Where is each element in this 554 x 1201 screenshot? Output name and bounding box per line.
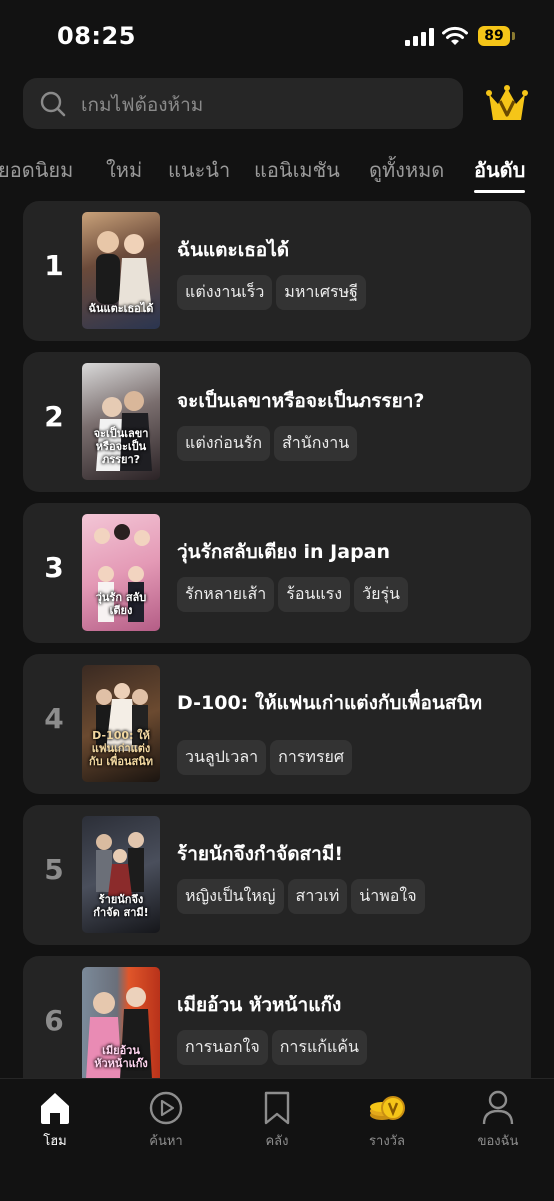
rank-number: 2 xyxy=(44,400,64,433)
tag[interactable]: ร้อนแรง xyxy=(278,577,351,612)
tab-view-all[interactable]: ดูทั้งหมด xyxy=(369,154,444,186)
tag[interactable]: หญิงเป็นใหญ่ xyxy=(177,879,284,914)
battery-tip xyxy=(512,32,515,40)
poster-title: ร้ายนักจึงกำจัด สามี! xyxy=(93,893,149,919)
drama-title: เมียอ้วน หัวหน้าแก๊ง xyxy=(177,994,342,1016)
tag[interactable]: วัยรุ่น xyxy=(354,577,408,612)
tag[interactable]: สาวเท่ xyxy=(287,879,348,914)
tab-animation[interactable]: แอนิเมชัน xyxy=(254,154,340,186)
drama-title: จะเป็นเลขาหรือจะเป็นภรรยา? xyxy=(177,390,425,412)
tag-list: วนลูปเวลา การทรยศ xyxy=(177,740,356,775)
tab-new[interactable]: ใหม่ xyxy=(106,154,142,186)
poster-title: เมียอ้วน หัวหน้าแก๊ง xyxy=(94,1044,148,1070)
drama-title: ฉันแตะเธอได้ xyxy=(177,239,290,261)
tag-list: แต่งงานเร็ว มหาเศรษฐี xyxy=(177,275,370,310)
search-bar[interactable] xyxy=(23,78,463,131)
nav-label: ของฉัน xyxy=(477,1134,519,1149)
list-item[interactable]: 3 วุ่นรัก สลับเตียง วุ่นรักสลับเตียง in … xyxy=(23,503,531,643)
poster-image: วุ่นรัก สลับเตียง xyxy=(82,514,160,631)
tab-ranking[interactable]: อันดับ xyxy=(474,154,526,193)
poster-image: ฉันแตะเธอได้ xyxy=(82,212,160,329)
tag[interactable]: การนอกใจ xyxy=(177,1030,268,1065)
nav-label: คลัง xyxy=(265,1134,289,1149)
nav-profile[interactable]: ของฉัน xyxy=(453,1089,543,1151)
tag-list: รักหลายเส้า ร้อนแรง วัยรุ่น xyxy=(177,577,412,612)
tab-recommended[interactable]: แนะนำ xyxy=(168,154,230,186)
bookmark-icon xyxy=(264,1091,290,1125)
poster-image: ร้ายนักจึงกำจัด สามี! xyxy=(82,816,160,933)
drama-title: ร้ายนักจึงกำจัดสามี! xyxy=(177,843,344,865)
nav-label: รางวัล xyxy=(369,1134,405,1149)
nav-rewards[interactable]: รางวัล xyxy=(342,1089,432,1151)
user-icon xyxy=(482,1090,514,1125)
tag[interactable]: สำนักงาน xyxy=(274,426,358,461)
tag[interactable]: การทรยศ xyxy=(270,740,353,775)
play-circle-icon xyxy=(149,1091,183,1125)
poster-title: จะเป็นเลขา หรือจะเป็นภรรยา? xyxy=(93,427,149,466)
wifi-icon xyxy=(442,26,468,45)
poster-image: เมียอ้วน หัวหน้าแก๊ง xyxy=(82,967,160,1084)
tag[interactable]: รักหลายเส้า xyxy=(177,577,275,612)
list-item[interactable]: 1 ฉันแตะเธอได้ ฉันแตะเธอได้ แต่งงานเร็วม… xyxy=(23,201,531,341)
bottom-navigation: โฮม ค้นหา คลัง รางวัล ของฉัน xyxy=(0,1078,554,1201)
nav-library[interactable]: คลัง xyxy=(232,1089,322,1151)
drama-title: D-100: ให้แฟนเก่าแต่งกับเพื่อนสนิท xyxy=(177,692,482,714)
rank-number: 4 xyxy=(44,702,64,735)
battery-level: 89 xyxy=(478,26,510,46)
status-bar: 08:25 89 xyxy=(0,0,554,70)
active-tab-indicator xyxy=(474,190,526,193)
category-tabs: ยอดนิยม ใหม่ แนะนำ แอนิเมชัน ดูทั้งหมด อ… xyxy=(0,150,554,196)
search-input[interactable] xyxy=(79,78,453,131)
status-time: 08:25 xyxy=(57,22,136,50)
tag[interactable]: มหาเศรษฐี xyxy=(276,275,366,310)
nav-label: ค้นหา xyxy=(149,1134,183,1149)
nav-home[interactable]: โฮม xyxy=(10,1089,100,1151)
nav-label: โฮม xyxy=(43,1134,67,1149)
cellular-signal-icon xyxy=(405,28,434,46)
tag-list: การนอกใจ การแก้แค้น xyxy=(177,1030,371,1065)
poster-title: ฉันแตะเธอได้ xyxy=(88,302,154,315)
poster-title: วุ่นรัก สลับเตียง xyxy=(95,591,147,617)
tag-list: หญิงเป็นใหญ่ สาวเท่ น่าพอใจ xyxy=(177,879,429,914)
nav-search[interactable]: ค้นหา xyxy=(121,1089,211,1151)
drama-title: วุ่นรักสลับเตียง in Japan xyxy=(177,541,391,563)
rank-number: 5 xyxy=(44,853,64,886)
list-item[interactable]: 4 D-100: ให้แฟนเก่าแต่งกับ เพื่อนสนิท D-… xyxy=(23,654,531,794)
search-icon xyxy=(40,91,66,117)
tag[interactable]: แต่งงานเร็ว xyxy=(177,275,273,310)
home-icon xyxy=(41,1093,69,1124)
tag[interactable]: แต่งก่อนรัก xyxy=(177,426,271,461)
tag[interactable]: น่าพอใจ xyxy=(351,879,425,914)
vip-crown-icon[interactable] xyxy=(486,84,528,124)
poster-image: จะเป็นเลขา หรือจะเป็นภรรยา? xyxy=(82,363,160,480)
list-item[interactable]: 2 จะเป็นเลขา หรือจะเป็นภรรยา? จะเป็นเลขา… xyxy=(23,352,531,492)
poster-image: D-100: ให้แฟนเก่าแต่งกับ เพื่อนสนิท xyxy=(82,665,160,782)
tag-list: แต่งก่อนรัก สำนักงาน xyxy=(177,426,361,461)
list-item[interactable]: 5 ร้ายนักจึงกำจัด สามี! ร้ายนักจึงกำจัดส… xyxy=(23,805,531,945)
poster-title: D-100: ให้แฟนเก่าแต่งกับ เพื่อนสนิท xyxy=(88,729,154,768)
tab-popular[interactable]: ยอดนิยม xyxy=(0,154,73,186)
list-item[interactable]: 6 เมียอ้วน หัวหน้าแก๊ง เมียอ้วน หัวหน้าแ… xyxy=(23,956,531,1096)
tag[interactable]: วนลูปเวลา xyxy=(177,740,267,775)
rank-number: 3 xyxy=(44,551,64,584)
coins-icon xyxy=(370,1096,405,1120)
rank-number: 6 xyxy=(44,1004,64,1037)
tag[interactable]: การแก้แค้น xyxy=(271,1030,367,1065)
rank-number: 1 xyxy=(44,249,64,282)
